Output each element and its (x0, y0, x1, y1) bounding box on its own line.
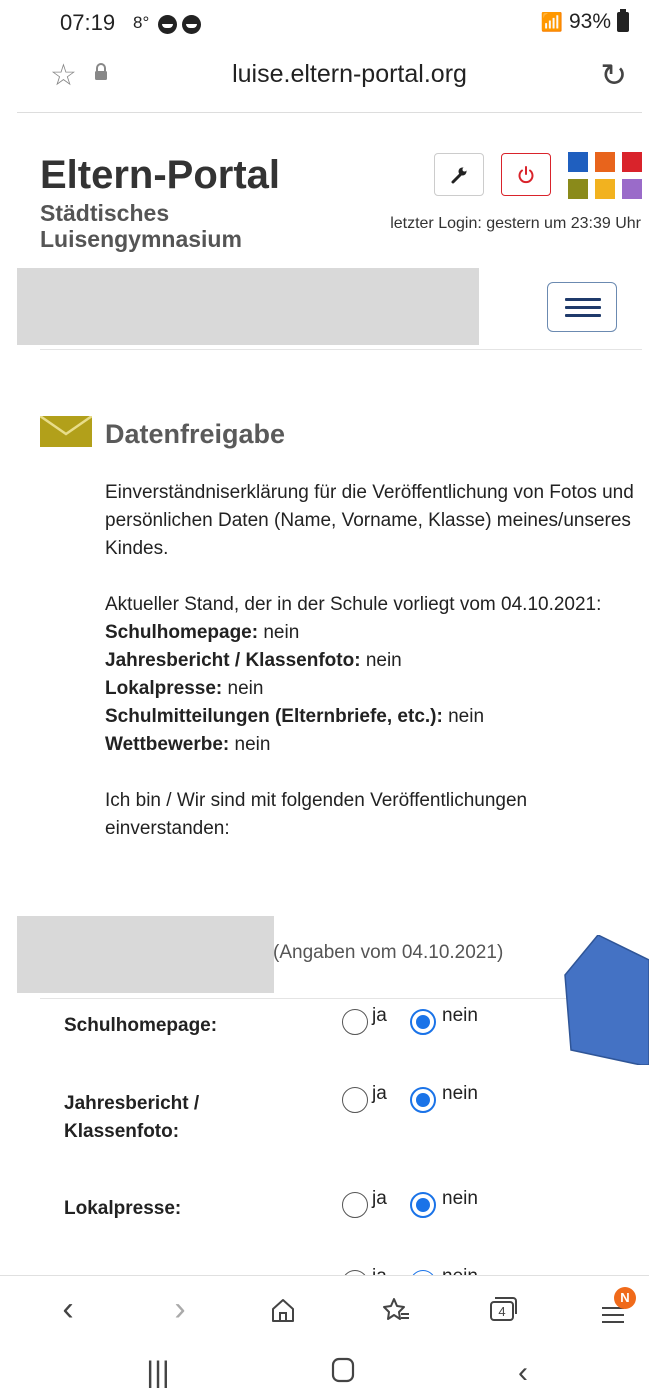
radio-nein-label: nein (442, 1005, 478, 1026)
forward-icon[interactable]: › (155, 1290, 205, 1329)
hamburger-line (565, 298, 601, 301)
battery-icon (617, 9, 629, 32)
hamburger-line (565, 306, 601, 309)
logout-button[interactable] (501, 153, 551, 196)
status-label: Wettbewerbe: (105, 734, 230, 755)
home-icon[interactable] (258, 1294, 308, 1333)
form-label: Lokalpresse: (64, 1198, 182, 1219)
status-label: Schulhomepage: (105, 622, 259, 643)
form-row-partial: ja nein (64, 1268, 624, 1275)
settings-wrench-button[interactable] (434, 153, 484, 196)
hamburger-line (565, 314, 601, 317)
battery-percentage: 93% (568, 10, 611, 33)
wifi-signal-icon: 📶 (540, 11, 563, 32)
radio-ja[interactable] (342, 1009, 368, 1035)
radio-ja-label: ja (372, 1005, 387, 1026)
radio-ja[interactable] (342, 1192, 368, 1218)
radio-ja-label: ja (372, 1083, 387, 1104)
notification-icon (158, 15, 177, 34)
form-label: Schulhomepage: (64, 1015, 218, 1036)
status-label: Lokalpresse: (105, 678, 223, 699)
angaben-date: (Angaben vom 04.10.2021) (273, 942, 504, 963)
status-temperature: 8° (133, 13, 150, 32)
logo-tile (595, 152, 615, 172)
tabs-svg: 4 (490, 1297, 517, 1321)
home-button-icon[interactable] (313, 1356, 373, 1392)
logo-tile (622, 152, 642, 172)
back-icon[interactable]: ‹ (43, 1290, 93, 1329)
home-svg (272, 1299, 294, 1322)
divider (40, 349, 642, 350)
school-name-line2: Luisengymnasium (40, 226, 242, 252)
status-label: Jahresbericht / Klassenfoto: (105, 650, 361, 671)
intro-text: Einverständniserklärung für die Veröffen… (105, 482, 634, 559)
radio-nein-label: nein (442, 1083, 478, 1104)
school-name: Städtisches Luisengymnasium (40, 200, 242, 252)
status-time: 07:19 (60, 10, 116, 35)
browser-address-bar: ☆ luise.eltern-portal.org ↻ (0, 46, 649, 112)
status-right: 📶 93% (540, 9, 629, 34)
browser-bottom-nav: ‹ › 4 (0, 1276, 649, 1346)
status-value: nein (263, 622, 300, 643)
wrench-icon (451, 167, 467, 183)
bookmarks-svg (383, 1298, 409, 1320)
status-value: nein (227, 678, 264, 699)
system-nav-bar: ||| ‹ (0, 1350, 649, 1400)
radio-ja-label: ja (372, 1268, 387, 1275)
status-line: Lokalpresse: nein (105, 675, 635, 703)
status-line: Schulhomepage: nein (105, 619, 635, 647)
envelope-icon (40, 416, 92, 447)
notification-badge: N (614, 1287, 636, 1309)
status-line: Schulmitteilungen (Elternbriefe, etc.): … (105, 703, 635, 731)
section-content: Einverständniserklärung für die Veröffen… (105, 479, 635, 871)
logo-tile (568, 152, 588, 172)
redacted-area (17, 268, 479, 345)
status-bar: 07:19 8° 📶 93% (0, 0, 649, 46)
url-field[interactable]: luise.eltern-portal.org (0, 60, 649, 89)
power-icon (518, 165, 534, 183)
status-value: nein (234, 734, 271, 755)
current-status: Aktueller Stand, der in der Schule vorli… (105, 591, 635, 759)
bookmarks-icon[interactable] (371, 1294, 421, 1333)
form-label: Jahresbericht / Klassenfoto: (64, 1093, 200, 1142)
status-line: Wettbewerbe: nein (105, 731, 635, 759)
redacted-name (17, 916, 274, 993)
radio-nein[interactable] (410, 1009, 436, 1035)
radio-nein[interactable] (410, 1087, 436, 1113)
last-login-info: letzter Login: gestern um 23:39 Uhr (390, 215, 641, 232)
consent-text: Ich bin / Wir sind mit folgenden Veröffe… (105, 790, 528, 839)
logo-tile (568, 179, 588, 199)
status-value: nein (448, 706, 485, 727)
home-button-svg (331, 1357, 355, 1383)
hamburger-menu-button[interactable] (547, 282, 617, 332)
radio-ja[interactable] (342, 1087, 368, 1113)
section-title: Datenfreigabe (105, 419, 286, 449)
status-label: Schulmitteilungen (Elternbriefe, etc.): (105, 706, 443, 727)
divider (40, 998, 642, 999)
logo-tile (622, 179, 642, 199)
arrow-annotation (564, 935, 649, 1065)
recent-apps-icon[interactable]: ||| (128, 1356, 188, 1390)
status-line: Jahresbericht / Klassenfoto: nein (105, 647, 635, 675)
radio-nein-label: nein (442, 1268, 478, 1275)
reload-icon[interactable]: ↻ (600, 56, 627, 94)
school-name-line1: Städtisches (40, 200, 170, 226)
radio-nein-label: nein (442, 1188, 478, 1209)
radio-ja-label: ja (372, 1188, 387, 1209)
tabs-icon[interactable]: 4 (477, 1294, 527, 1333)
system-back-icon[interactable]: ‹ (493, 1356, 553, 1390)
radio-nein[interactable] (410, 1192, 436, 1218)
divider (17, 112, 642, 113)
app-tiles-logo (568, 152, 644, 200)
logo-tile (595, 179, 615, 199)
portal-title: Eltern-Portal (40, 153, 281, 197)
tabs-count: 4 (498, 1304, 505, 1319)
notification-icon (182, 15, 201, 34)
status-heading: Aktueller Stand, der in der Schule vorli… (105, 594, 602, 615)
status-value: nein (365, 650, 402, 671)
